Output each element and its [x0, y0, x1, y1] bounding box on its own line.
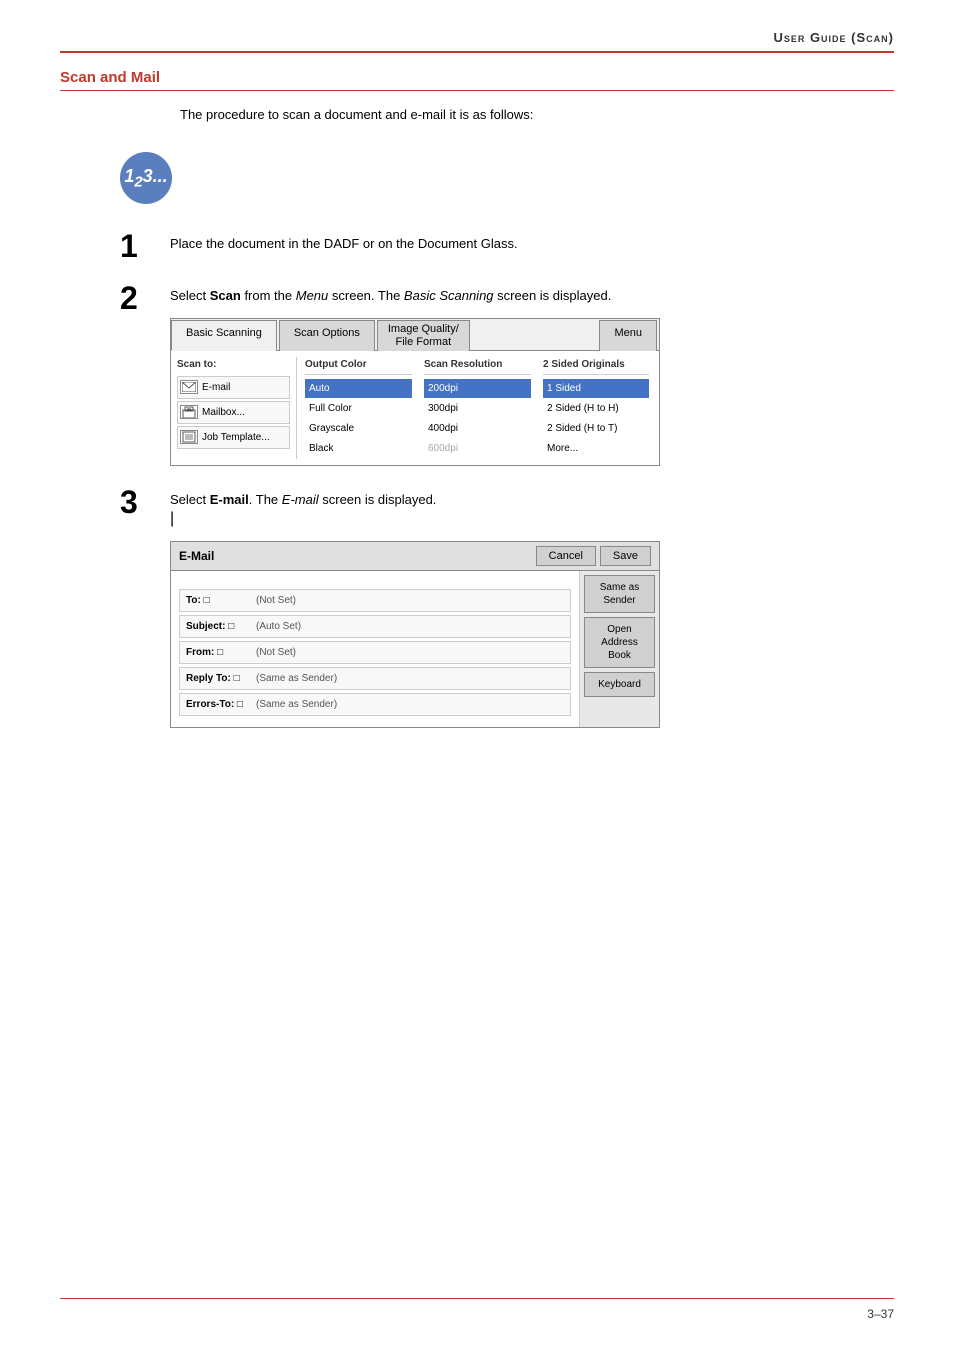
job-template-icon [180, 430, 198, 444]
tab-scan-options[interactable]: Scan Options [279, 320, 375, 351]
email-mockup: E-Mail Cancel Save To: □ (Not Set) [170, 541, 660, 728]
step-icon: 123... [120, 152, 172, 204]
step-icon-label: 123... [124, 166, 167, 191]
section-title: Scan and Mail [60, 69, 894, 91]
sided-2-ht[interactable]: 2 Sided (H to T) [543, 419, 649, 438]
email-title: E-Mail [179, 547, 214, 565]
email-cancel-button[interactable]: Cancel [536, 546, 596, 566]
resolution-400[interactable]: 400dpi [424, 419, 531, 438]
email-label: E-mail [202, 380, 230, 395]
email-from-value: (Not Set) [256, 645, 296, 660]
scan-to-label: Scan to: [177, 357, 290, 372]
sided-2-hh[interactable]: 2 Sided (H to H) [543, 399, 649, 418]
step-3-number: 3 [120, 486, 170, 518]
email-field-reply-to[interactable]: Reply To: □ (Same as Sender) [179, 667, 571, 690]
output-color-column: Output Color Auto Full Color Grayscale B… [301, 357, 416, 459]
page: User Guide (Scan) Scan and Mail The proc… [0, 0, 954, 1351]
email-errors-to-value: (Same as Sender) [256, 697, 337, 712]
same-as-sender-button[interactable]: Same asSender [584, 575, 655, 613]
email-reply-to-label: Reply To: □ [186, 671, 256, 686]
ui-body: Scan to: E-mail [171, 351, 659, 465]
mailbox-icon [180, 405, 198, 419]
email-to-value: (Not Set) [256, 593, 296, 608]
ui-tabs: Basic Scanning Scan Options Image Qualit… [171, 319, 659, 351]
scan-to-column: Scan to: E-mail [177, 357, 297, 459]
intro-text: The procedure to scan a document and e-m… [180, 107, 894, 122]
email-body: To: □ (Not Set) Subject: □ (Auto Set) Fr… [171, 571, 659, 727]
email-errors-to-label: Errors-To: □ [186, 697, 256, 712]
header-title: User Guide (Scan) [773, 30, 894, 45]
step-icon-container: 123... [120, 152, 894, 204]
step-1-number: 1 [120, 230, 170, 262]
step-2-content: Select Scan from the Menu screen. The Ba… [170, 286, 894, 466]
open-address-book-button[interactable]: OpenAddress Book [584, 617, 655, 668]
email-field-subject[interactable]: Subject: □ (Auto Set) [179, 615, 571, 638]
steps-container: 1 Place the document in the DADF or on t… [120, 234, 894, 728]
footer: 3–37 [60, 1298, 894, 1321]
step-2: 2 Select Scan from the Menu screen. The … [120, 286, 894, 466]
email-field-errors-to[interactable]: Errors-To: □ (Same as Sender) [179, 693, 571, 716]
step-3: 3 Select E-mail. The E-mail screen is di… [120, 490, 894, 728]
scan-item-mailbox[interactable]: Mailbox... [177, 401, 290, 424]
scan-item-job-template[interactable]: Job Template... [177, 426, 290, 449]
email-fields: To: □ (Not Set) Subject: □ (Auto Set) Fr… [171, 571, 579, 727]
step-1-content: Place the document in the DADF or on the… [170, 234, 894, 254]
resolution-300[interactable]: 300dpi [424, 399, 531, 418]
sided-1[interactable]: 1 Sided [543, 379, 649, 398]
output-color-black[interactable]: Black [305, 439, 412, 458]
keyboard-button[interactable]: Keyboard [584, 672, 655, 697]
scan-item-email[interactable]: E-mail [177, 376, 290, 399]
scan-resolution-column: Scan Resolution 200dpi 300dpi 400dpi 600… [420, 357, 535, 459]
step-1: 1 Place the document in the DADF or on t… [120, 234, 894, 262]
mailbox-label: Mailbox... [202, 405, 245, 420]
email-subject-value: (Auto Set) [256, 619, 301, 634]
email-sidebar: Same asSender OpenAddress Book Keyboard [579, 571, 659, 727]
header: User Guide (Scan) [60, 30, 894, 53]
output-color-header: Output Color [305, 357, 412, 375]
output-color-full[interactable]: Full Color [305, 399, 412, 418]
step-2-number: 2 [120, 282, 170, 314]
output-color-auto[interactable]: Auto [305, 379, 412, 398]
email-field-to[interactable]: To: □ (Not Set) [179, 589, 571, 612]
email-header-bar: E-Mail Cancel Save [171, 542, 659, 571]
email-reply-to-value: (Same as Sender) [256, 671, 337, 686]
tab-menu[interactable]: Menu [599, 320, 657, 351]
email-action-buttons: Cancel Save [536, 546, 651, 566]
email-from-label: From: □ [186, 645, 256, 660]
tab-image-quality[interactable]: Image Quality/File Format [377, 320, 470, 351]
resolution-200[interactable]: 200dpi [424, 379, 531, 398]
email-icon [180, 380, 198, 394]
scan-resolution-header: Scan Resolution [424, 357, 531, 375]
basic-scanning-mockup: Basic Scanning Scan Options Image Qualit… [170, 318, 660, 466]
email-save-button[interactable]: Save [600, 546, 651, 566]
output-color-grayscale[interactable]: Grayscale [305, 419, 412, 438]
footer-page-number: 3–37 [867, 1307, 894, 1321]
tab-basic-scanning[interactable]: Basic Scanning [171, 320, 277, 351]
sided-more[interactable]: More... [543, 439, 649, 458]
job-template-label: Job Template... [202, 430, 270, 445]
email-to-label: To: □ [186, 593, 256, 608]
resolution-600[interactable]: 600dpi [424, 439, 531, 458]
sided-originals-column: 2 Sided Originals 1 Sided 2 Sided (H to … [539, 357, 653, 459]
sided-originals-header: 2 Sided Originals [543, 357, 649, 375]
email-subject-label: Subject: □ [186, 619, 256, 634]
step-3-content: Select E-mail. The E-mail screen is disp… [170, 490, 894, 728]
email-field-from[interactable]: From: □ (Not Set) [179, 641, 571, 664]
